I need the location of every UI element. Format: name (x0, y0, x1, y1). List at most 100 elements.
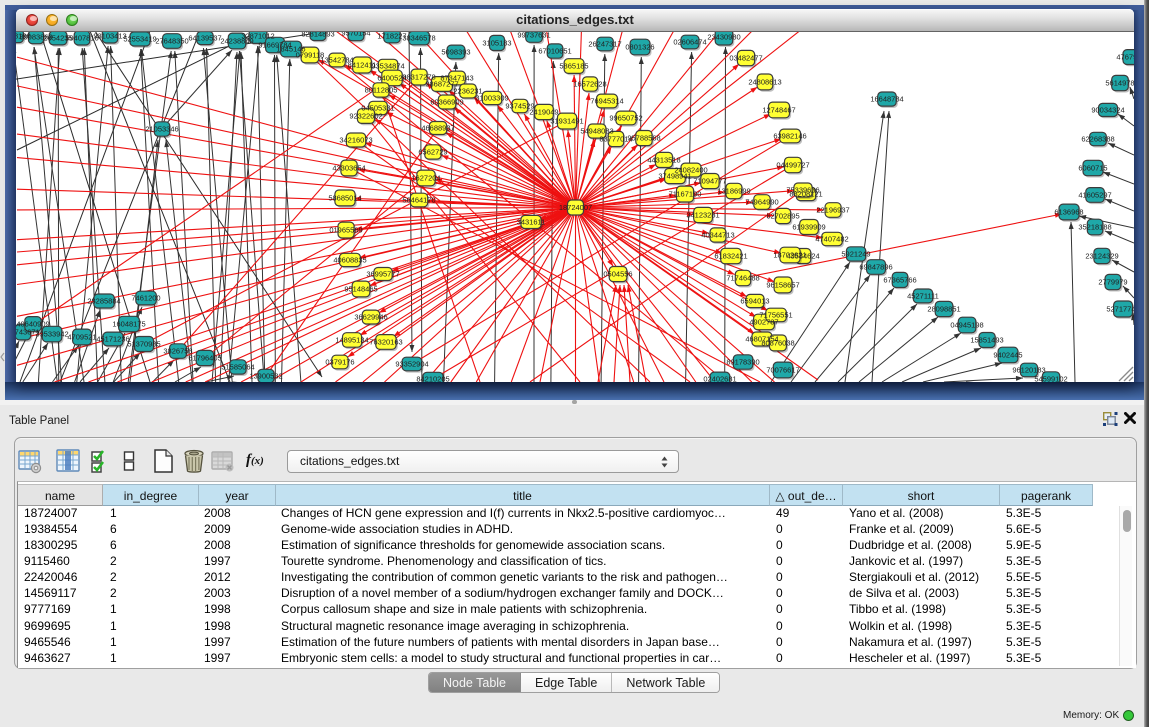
svg-text:99650752: 99650752 (609, 114, 642, 123)
svg-text:0801326: 0801326 (625, 43, 654, 52)
svg-text:80876038: 80876038 (761, 339, 794, 348)
svg-text:71167190: 71167190 (669, 190, 702, 199)
svg-text:80112805: 80112805 (365, 86, 398, 95)
svg-text:62702895: 62702895 (766, 212, 799, 221)
svg-text:44313518: 44313518 (647, 156, 680, 165)
svg-text:22196937: 22196937 (816, 206, 849, 215)
svg-text:31003309: 31003309 (475, 94, 508, 103)
svg-text:67010651: 67010651 (538, 47, 571, 56)
svg-text:4709521: 4709521 (67, 333, 96, 342)
svg-text:62268388: 62268388 (1081, 135, 1114, 144)
svg-text:04945198: 04945198 (950, 321, 983, 330)
svg-text:92322602: 92322602 (349, 112, 382, 121)
svg-text:95788568: 95788568 (627, 134, 660, 143)
svg-text:47407482: 47407482 (815, 235, 848, 244)
svg-text:71746488: 71746488 (726, 274, 759, 283)
svg-text:45271111: 45271111 (907, 292, 939, 301)
svg-text:9402445: 9402445 (993, 351, 1022, 360)
svg-text:24808613: 24808613 (748, 78, 781, 87)
svg-text:1627204: 1627204 (411, 174, 440, 183)
svg-text:51585064: 51585064 (221, 363, 254, 372)
svg-text:69847896: 69847896 (859, 263, 892, 272)
svg-text:70076617: 70076617 (766, 366, 799, 375)
svg-text:2419049: 2419049 (529, 108, 558, 117)
svg-text:5614978: 5614978 (1105, 79, 1134, 88)
svg-text:84210205: 84210205 (416, 375, 449, 383)
svg-text:82814893: 82814893 (301, 32, 334, 39)
svg-text:36995777: 36995777 (366, 270, 399, 279)
svg-text:18702621: 18702621 (773, 251, 806, 260)
svg-text:03482477: 03482477 (729, 54, 762, 63)
svg-text:12748467: 12748467 (762, 106, 795, 115)
svg-text:23285884: 23285884 (87, 297, 120, 306)
svg-text:58685014: 58685014 (328, 194, 361, 203)
svg-text:39533942: 39533942 (35, 330, 68, 339)
svg-text:36629946: 36629946 (354, 313, 387, 322)
svg-text:31931491: 31931491 (550, 117, 583, 126)
svg-text:51370985: 51370985 (127, 340, 160, 349)
svg-text:3431611: 3431611 (517, 218, 546, 227)
svg-text:63982146: 63982146 (773, 132, 806, 141)
svg-text:46688937: 46688937 (421, 124, 454, 133)
svg-text:14895134: 14895134 (335, 336, 368, 345)
svg-text:5098393: 5098393 (441, 48, 470, 57)
svg-text:87347143: 87347143 (440, 74, 473, 83)
svg-text:16572628: 16572628 (573, 80, 606, 89)
svg-text:76320163: 76320163 (369, 338, 402, 347)
svg-text:01965569: 01965569 (329, 226, 362, 235)
svg-text:5921249: 5921249 (841, 250, 870, 259)
svg-text:40608835: 40608835 (333, 256, 366, 265)
svg-text:99737631: 99737631 (517, 32, 550, 40)
svg-text:61832421: 61832421 (714, 252, 747, 261)
svg-text:27648350: 27648350 (155, 37, 188, 46)
svg-text:21053346: 21053346 (145, 125, 178, 134)
svg-text:64139537: 64139537 (188, 34, 221, 43)
svg-text:96120183: 96120183 (1012, 366, 1045, 375)
svg-text:34123281: 34123281 (686, 211, 719, 220)
svg-text:43303654: 43303654 (332, 164, 365, 173)
svg-text:7461200: 7461200 (131, 294, 160, 303)
svg-text:0379176: 0379176 (325, 358, 354, 367)
svg-text:4767976: 4767976 (1116, 53, 1134, 62)
svg-text:32871012: 32871012 (241, 32, 274, 41)
svg-text:6060715: 6060715 (1078, 164, 1107, 173)
svg-text:3105183: 3105183 (482, 39, 511, 48)
svg-text:23124329: 23124329 (1085, 252, 1118, 261)
svg-text:93534874: 93534874 (371, 62, 404, 71)
svg-text:18724007: 18724007 (559, 203, 592, 212)
svg-text:6562729: 6562729 (418, 148, 447, 157)
svg-text:02402681: 02402681 (703, 375, 736, 383)
svg-text:75339636: 75339636 (786, 186, 819, 195)
svg-text:2779979: 2779979 (1098, 278, 1127, 287)
svg-text:26247317: 26247317 (588, 40, 621, 49)
svg-text:56464170: 56464170 (402, 196, 435, 205)
svg-text:35218188: 35218188 (1078, 223, 1111, 232)
svg-text:71756551: 71756551 (759, 311, 792, 320)
svg-text:38346578: 38346578 (402, 34, 435, 43)
svg-text:24082400: 24082400 (674, 166, 707, 175)
svg-text:02606474: 02606474 (673, 38, 706, 47)
svg-text:52553419: 52553419 (123, 35, 156, 44)
svg-text:95148465: 95148465 (344, 285, 377, 294)
svg-text:76945314: 76945314 (590, 97, 623, 106)
svg-text:6594013: 6594013 (740, 297, 769, 306)
svg-text:15851493: 15851493 (970, 336, 1003, 345)
svg-text:40640909: 40640909 (16, 320, 49, 329)
svg-text:16048175: 16048175 (112, 320, 145, 329)
svg-text:60366909: 60366909 (430, 98, 463, 107)
svg-text:0504556: 0504556 (603, 270, 632, 279)
svg-text:9570154: 9570154 (341, 32, 370, 38)
svg-text:52717744: 52717744 (1106, 305, 1134, 314)
svg-text:16648784: 16648784 (870, 95, 903, 104)
svg-text:41605297: 41605297 (1078, 191, 1111, 200)
svg-text:34216073: 34216073 (339, 136, 372, 145)
svg-text:6136968: 6136968 (1054, 208, 1083, 217)
svg-text:90034324: 90034324 (1091, 106, 1124, 115)
svg-text:93103413: 93103413 (93, 32, 126, 41)
svg-text:04499727: 04499727 (776, 161, 809, 170)
svg-text:5865185: 5865185 (559, 62, 588, 71)
svg-text:96158657: 96158657 (766, 281, 799, 290)
svg-text:13186999: 13186999 (717, 187, 750, 196)
svg-text:40344713: 40344713 (701, 231, 734, 240)
svg-text:67365766: 67365766 (883, 276, 916, 285)
